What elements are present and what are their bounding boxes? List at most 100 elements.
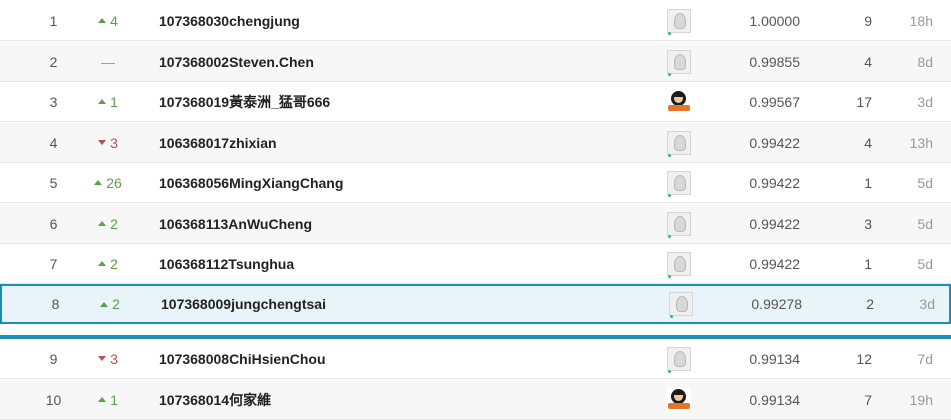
last-submission: 3d [919, 296, 935, 312]
leaderboard-row[interactable]: 2—107368002Steven.Chen 0.99855 4 8d [0, 42, 951, 82]
score: 0.99567 [749, 93, 800, 110]
user-placeholder-icon [674, 215, 686, 232]
triangle-up-icon [98, 99, 107, 104]
team-avatar-cell[interactable] [667, 204, 695, 243]
leaderboard-row[interactable]: 4 3 106368017zhixian 0.99422 4 13h [0, 123, 951, 163]
team-avatar-cell[interactable] [667, 244, 695, 283]
avatar[interactable] [667, 8, 691, 35]
entry-count: 9 [864, 12, 872, 29]
score: 0.99422 [749, 255, 800, 272]
cartoon-band-icon [668, 402, 690, 409]
score: 0.99422 [749, 174, 800, 191]
cartoon-band-icon [668, 104, 690, 111]
triangle-up-icon [98, 261, 107, 266]
entry-count: 17 [856, 93, 872, 110]
leaderboard-row[interactable]: 10 1 107368014何家維 0.99134 7 19h [0, 380, 951, 420]
cartoon-face-icon [671, 90, 686, 106]
online-status-icon [668, 369, 671, 373]
online-status-icon [670, 315, 673, 318]
avatar[interactable] [667, 130, 691, 157]
avatar[interactable] [667, 211, 691, 238]
leaderboard-row[interactable]: 7 2 106368112Tsunghua 0.99422 1 5d [0, 244, 951, 284]
rank-change: — [84, 42, 132, 81]
score: 0.99278 [751, 296, 802, 312]
rank-change-value: 2 [110, 215, 118, 232]
last-submission: 19h [909, 391, 933, 408]
entry-count: 3 [864, 215, 872, 232]
rank-change-value: 1 [110, 93, 118, 110]
rank-change: 3 [84, 123, 132, 162]
team-name[interactable]: 106368017zhixian [159, 123, 629, 162]
entry-count: 1 [864, 174, 872, 191]
team-name[interactable]: 107368014何家維 [159, 380, 629, 419]
score: 0.99422 [749, 134, 800, 151]
score: 0.99855 [749, 53, 800, 70]
team-name[interactable]: 107368002Steven.Chen [159, 42, 629, 81]
rank-change: 2 [86, 286, 134, 322]
team-avatar-cell[interactable] [667, 82, 695, 121]
leaderboard-row[interactable]: 6 2 106368113AnWuCheng 0.99422 3 5d [0, 204, 951, 244]
triangle-up-icon [98, 18, 107, 23]
entry-count: 2 [866, 296, 874, 312]
team-name[interactable]: 107368030chengjung [159, 1, 629, 40]
rank-change-value: 26 [106, 174, 122, 191]
team-avatar-cell[interactable] [667, 380, 695, 419]
rank-change-value: 2 [110, 255, 118, 272]
avatar[interactable] [667, 170, 691, 197]
last-submission: 3d [917, 93, 933, 110]
rank-change: 1 [84, 380, 132, 419]
entry-count: 12 [856, 350, 872, 367]
leaderboard-row[interactable]: 1 4 107368030chengjung 1.00000 9 18h [0, 1, 951, 41]
team-name[interactable]: 107368009jungchengtsai [161, 286, 631, 322]
entry-count: 4 [864, 53, 872, 70]
team-avatar-cell[interactable] [667, 339, 695, 378]
avatar[interactable] [667, 49, 691, 76]
leaderboard-row[interactable]: 8 2 107368009jungchengtsai 0.99278 2 3d [0, 284, 951, 324]
online-status-icon [668, 72, 671, 76]
cartoon-face-icon [671, 388, 686, 404]
leaderboard-row[interactable]: 9 3 107368008ChiHsienChou 0.99134 12 7d [0, 339, 951, 379]
triangle-up-icon [100, 301, 109, 307]
user-placeholder-icon [674, 53, 686, 70]
last-submission: 5d [917, 174, 933, 191]
last-submission: 8d [917, 53, 933, 70]
team-name[interactable]: 106368056MingXiangChang [159, 163, 629, 202]
user-placeholder-icon [674, 350, 686, 367]
triangle-up-icon [94, 180, 103, 185]
triangle-up-icon [98, 397, 107, 402]
triangle-down-icon [98, 356, 107, 361]
last-submission: 5d [917, 215, 933, 232]
team-name[interactable]: 106368113AnWuCheng [159, 204, 629, 243]
entry-count: 7 [864, 391, 872, 408]
rank-change: 2 [84, 204, 132, 243]
entry-count: 1 [864, 255, 872, 272]
last-submission: 5d [917, 255, 933, 272]
team-avatar-cell[interactable] [667, 42, 695, 81]
online-status-icon [668, 153, 671, 157]
team-avatar-cell[interactable] [667, 163, 695, 202]
avatar[interactable] [667, 251, 691, 278]
user-placeholder-icon [674, 174, 686, 191]
score: 0.99134 [749, 391, 800, 408]
score: 1.00000 [749, 12, 800, 29]
avatar[interactable] [669, 292, 693, 318]
leaderboard-row[interactable]: 5 26 106368056MingXiangChang 0.99422 1 5d [0, 163, 951, 203]
rank-change: 1 [84, 82, 132, 121]
avatar[interactable] [667, 89, 691, 114]
rank-change-value: 3 [110, 134, 118, 151]
team-avatar-cell[interactable] [669, 286, 697, 322]
rank-change: 26 [84, 163, 132, 202]
avatar[interactable] [667, 346, 691, 373]
team-name[interactable]: 107368019黃泰洲_猛哥666 [159, 82, 629, 121]
rank-change-value: — [101, 53, 115, 70]
team-avatar-cell[interactable] [667, 1, 695, 40]
team-avatar-cell[interactable] [667, 123, 695, 162]
leaderboard-row[interactable]: 3 1 107368019黃泰洲_猛哥666 0.99567 17 3d [0, 82, 951, 122]
avatar[interactable] [667, 387, 691, 412]
team-name[interactable]: 106368112Tsunghua [159, 244, 629, 283]
user-placeholder-icon [674, 255, 686, 272]
team-name[interactable]: 107368008ChiHsienChou [159, 339, 629, 378]
score: 0.99422 [749, 215, 800, 232]
rank-change: 3 [84, 339, 132, 378]
user-placeholder-icon [676, 296, 688, 312]
